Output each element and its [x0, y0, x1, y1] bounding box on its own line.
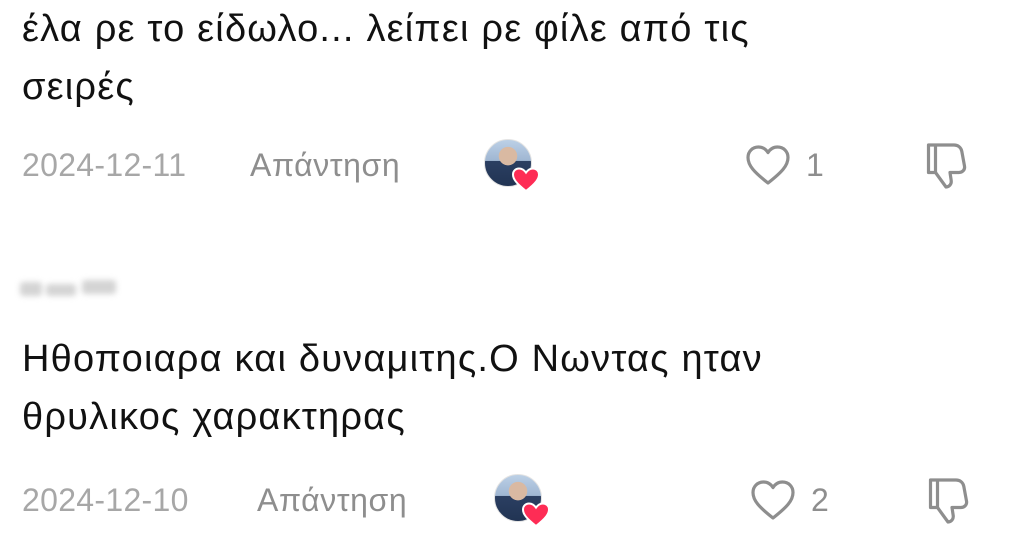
comment-date: 2024-12-11 — [22, 147, 187, 183]
comment-text: έλα ρε το είδωλο... λείπει ρε φίλε από τ… — [22, 0, 750, 116]
comment-username — [20, 272, 118, 300]
thumbs-down-icon[interactable] — [922, 474, 974, 526]
comment-text-line: σειρές — [22, 66, 135, 108]
creator-liked-indicator — [494, 474, 550, 528]
heart-outline-icon — [751, 480, 795, 520]
creator-liked-indicator — [484, 139, 540, 193]
reply-button[interactable]: Απάντηση — [250, 147, 400, 184]
comment-meta-row: 2024-12-11 Απάντηση 1 — [0, 139, 1020, 195]
like-count: 2 — [811, 482, 829, 518]
comment-meta-row: 2024-12-10 Απάντηση 2 — [0, 474, 1020, 530]
comment-text-line: έλα ρε το είδωλο... λείπει ρε φίλε από τ… — [22, 8, 750, 50]
comment-text-line: Ηθοποιαρα και δυναμιτης.Ο Νωντας ηταν — [22, 338, 763, 380]
comment-text: Ηθοποιαρα και δυναμιτης.Ο Νωντας ηταν θρ… — [22, 330, 763, 446]
thumbs-down-icon[interactable] — [920, 139, 972, 191]
heart-outline-icon — [746, 145, 790, 185]
heart-filled-icon — [522, 502, 550, 528]
comment-date: 2024-12-10 — [22, 482, 189, 518]
heart-filled-icon — [512, 167, 540, 193]
comment-text-line: θρυλικος χαρακτηρας — [22, 396, 406, 438]
reply-button[interactable]: Απάντηση — [257, 482, 407, 519]
like-count: 1 — [806, 147, 824, 183]
